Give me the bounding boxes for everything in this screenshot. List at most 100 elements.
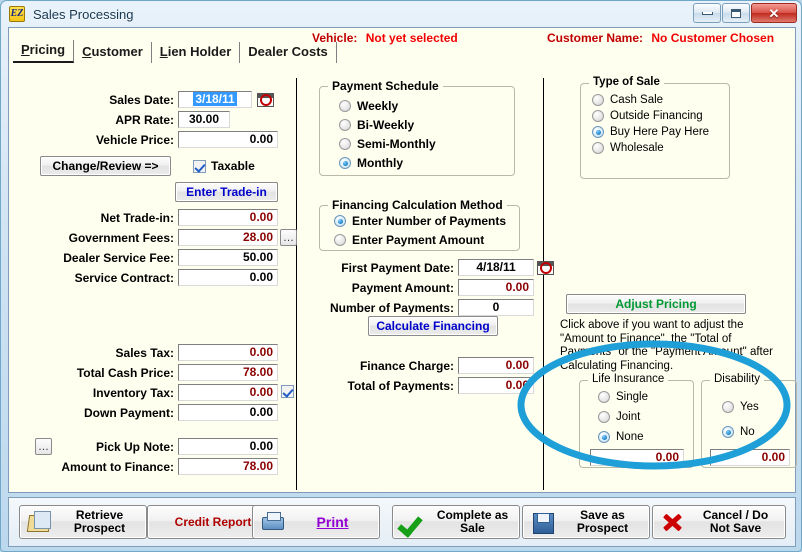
amount-to-finance-label: Amount to Finance:: [61, 460, 174, 474]
total-cash-price-input[interactable]: 78.00: [178, 364, 278, 381]
inventory-tax-checkbox[interactable]: [281, 385, 294, 398]
customer-value: No Customer Chosen: [651, 31, 775, 45]
radio-weekly-label: Weekly: [357, 99, 399, 113]
pick-up-note-ellipsis-button[interactable]: …: [35, 438, 52, 455]
column-divider-2: [543, 78, 544, 490]
service-contract-input[interactable]: 0.00: [178, 269, 278, 286]
radio-disability-yes-label: Yes: [740, 401, 759, 413]
window-title: Sales Processing: [33, 6, 134, 22]
life-insurance-amount-input[interactable]: 0.00: [590, 449, 684, 466]
radio-buy-here-pay-here-label: Buy Here Pay Here: [610, 126, 710, 138]
application-window: Sales Processing ✕ Vehicle: Not yet sele…: [0, 0, 802, 552]
sales-tax-input[interactable]: 0.00: [178, 344, 278, 361]
calculate-financing-button[interactable]: Calculate Financing: [368, 316, 498, 336]
payment-amount-label: Payment Amount:: [351, 281, 454, 295]
amount-to-finance-input[interactable]: 78.00: [178, 458, 278, 475]
ez-app-icon: [9, 6, 25, 22]
enter-trade-in-button[interactable]: Enter Trade-in: [175, 182, 278, 202]
window-controls: ✕: [693, 3, 797, 23]
radio-semi-monthly[interactable]: Semi-Monthly: [339, 137, 436, 151]
complete-as-sale-button[interactable]: Complete as Sale: [392, 505, 520, 539]
pick-up-note-input[interactable]: 0.00: [178, 438, 278, 455]
radio-weekly[interactable]: Weekly: [339, 99, 398, 113]
minimize-button[interactable]: [693, 3, 721, 23]
number-of-payments-label: Number of Payments:: [329, 301, 454, 315]
radio-disability-no-label: No: [740, 426, 755, 438]
radio-monthly[interactable]: Monthly: [339, 156, 403, 170]
close-button[interactable]: ✕: [751, 3, 797, 23]
radio-disability-no[interactable]: No: [722, 426, 755, 438]
dealer-service-fee-label: Dealer Service Fee:: [63, 251, 174, 265]
total-cash-price-label: Total Cash Price:: [76, 366, 174, 380]
financing-method-title: Financing Calculation Method: [328, 198, 507, 212]
tab-lien-holder[interactable]: Lien Holder: [152, 42, 241, 63]
radio-enter-payment-amount-dot: [334, 234, 346, 246]
retrieve-prospect-button[interactable]: Retrieve Prospect: [19, 505, 147, 539]
first-payment-calendar-icon[interactable]: [537, 261, 554, 275]
radio-life-joint-dot: [598, 411, 610, 423]
radio-enter-number-of-payments[interactable]: Enter Number of Payments: [334, 214, 506, 228]
title-bar: Sales Processing ✕: [1, 1, 801, 27]
radio-enter-payment-amount[interactable]: Enter Payment Amount: [334, 233, 484, 247]
cancel-do-not-save-label: Cancel / Do Not Save: [702, 508, 769, 535]
radio-enter-number-of-payments-label: Enter Number of Payments: [352, 214, 507, 228]
radio-life-none-label: None: [616, 431, 644, 443]
adjust-pricing-button[interactable]: Adjust Pricing: [566, 294, 746, 314]
sales-date-input[interactable]: 3/18/11: [178, 91, 252, 108]
tab-pricing[interactable]: Pricing: [13, 40, 75, 63]
radio-cash-sale[interactable]: Cash Sale: [592, 94, 663, 106]
net-trade-in-input[interactable]: 0.00: [178, 209, 278, 226]
calendar-icon[interactable]: [257, 93, 274, 107]
cancel-do-not-save-button[interactable]: Cancel / Do Not Save: [652, 505, 786, 539]
radio-wholesale[interactable]: Wholesale: [592, 142, 664, 154]
radio-life-none[interactable]: None: [598, 431, 644, 443]
radio-semi-monthly-dot: [339, 138, 351, 150]
tab-dealer-costs[interactable]: Dealer Costs: [240, 42, 337, 63]
total-of-payments-input[interactable]: 0.00: [458, 377, 534, 394]
radio-life-single[interactable]: Single: [598, 391, 648, 403]
disability-group: Disability Yes No 0.00: [701, 373, 797, 468]
vehicle-price-input[interactable]: 0.00: [178, 131, 278, 148]
financing-method-group: Financing Calculation Method Enter Numbe…: [319, 198, 520, 251]
radio-life-joint-label: Joint: [616, 411, 641, 423]
finance-charge-input[interactable]: 0.00: [458, 357, 534, 374]
radio-life-joint[interactable]: Joint: [598, 411, 640, 423]
radio-weekly-dot: [339, 100, 351, 112]
radio-bi-weekly-dot: [339, 119, 351, 131]
radio-outside-financing[interactable]: Outside Financing: [592, 110, 703, 122]
government-fees-input[interactable]: 28.00: [178, 229, 278, 246]
radio-monthly-dot: [339, 157, 351, 169]
first-payment-date-label: First Payment Date:: [341, 261, 454, 275]
tab-customer[interactable]: Customer: [74, 42, 152, 63]
print-button[interactable]: Print: [252, 505, 380, 539]
save-as-prospect-label: Save as Prospect: [576, 508, 629, 535]
change-review-button[interactable]: Change/Review =>: [40, 156, 171, 176]
check-icon: [400, 510, 426, 534]
sales-date-value: 3/18/11: [193, 92, 237, 106]
number-of-payments-input[interactable]: 0: [458, 299, 534, 316]
save-as-prospect-button[interactable]: Save as Prospect: [522, 505, 650, 539]
down-payment-input[interactable]: 0.00: [178, 404, 278, 421]
radio-monthly-label: Monthly: [357, 156, 403, 170]
dealer-service-fee-input[interactable]: 50.00: [178, 249, 278, 266]
pick-up-note-label: Pick Up Note:: [95, 440, 174, 454]
maximize-button[interactable]: [722, 3, 750, 23]
inventory-tax-input[interactable]: 0.00: [178, 384, 278, 401]
radio-bi-weekly[interactable]: Bi-Weekly: [339, 118, 414, 132]
taxable-checkbox[interactable]: Taxable: [193, 159, 255, 173]
radio-disability-yes[interactable]: Yes: [722, 401, 759, 413]
apr-rate-input[interactable]: 30.00: [178, 111, 230, 128]
radio-enter-number-of-payments-dot: [334, 215, 346, 227]
radio-outside-financing-dot: [592, 110, 604, 122]
radio-wholesale-dot: [592, 142, 604, 154]
radio-cash-sale-dot: [592, 94, 604, 106]
payment-amount-input[interactable]: 0.00: [458, 279, 534, 296]
radio-buy-here-pay-here[interactable]: Buy Here Pay Here: [592, 126, 709, 138]
government-fees-ellipsis-button[interactable]: …: [280, 229, 297, 246]
payment-schedule-group: Payment Schedule Weekly Bi-Weekly Semi-M…: [319, 79, 515, 176]
radio-life-single-label: Single: [616, 391, 648, 403]
first-payment-date-input[interactable]: 4/18/11: [458, 259, 534, 276]
folder-icon: [27, 510, 53, 534]
disability-amount-input[interactable]: 0.00: [710, 449, 790, 466]
radio-semi-monthly-label: Semi-Monthly: [357, 137, 436, 151]
